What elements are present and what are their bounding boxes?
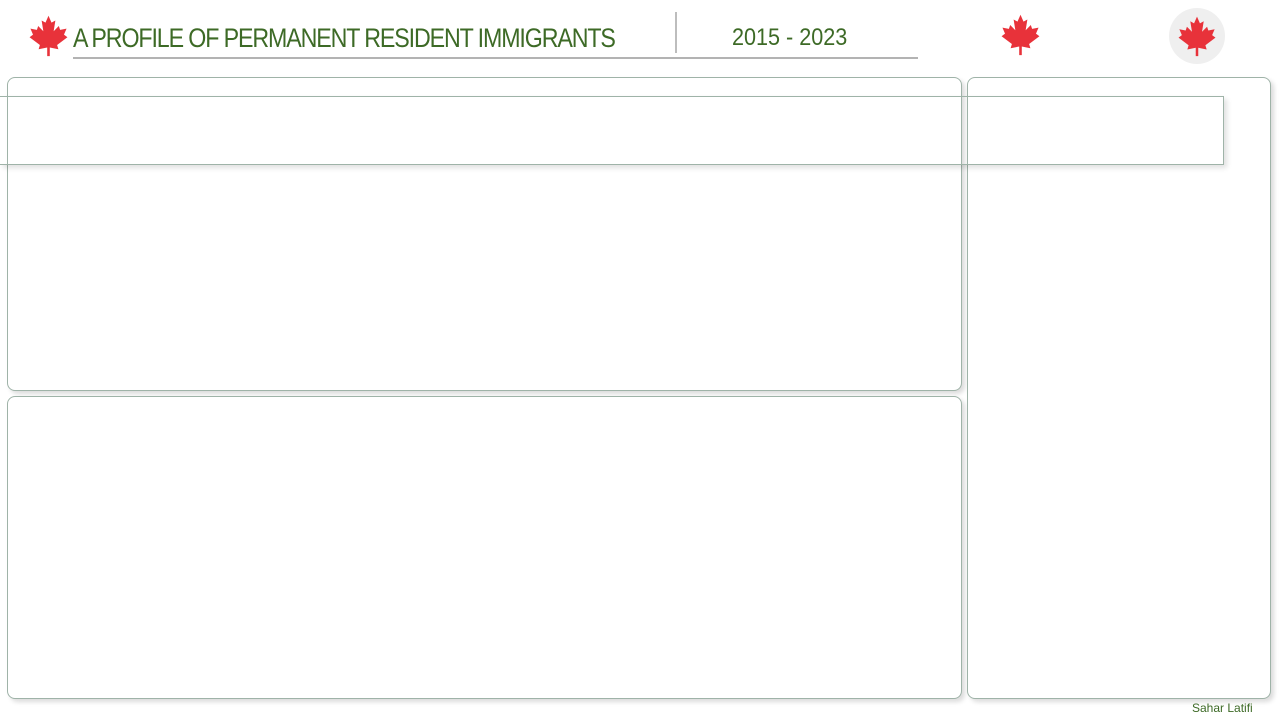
maple-leaf-icon	[1178, 16, 1216, 57]
dashboard-page: A PROFILE OF PERMANENT RESIDENT IMMIGRAN…	[0, 0, 1280, 720]
page-title: A PROFILE OF PERMANENT RESIDENT IMMIGRAN…	[73, 23, 616, 53]
author-credit: Sahar Latifi	[1192, 701, 1253, 715]
year-range-label: 2015 - 2023	[732, 24, 848, 51]
title-maple-leaf-icon	[29, 15, 68, 57]
title-separator	[675, 12, 677, 53]
filter-strip[interactable]	[0, 96, 1224, 165]
title-underline	[73, 57, 918, 59]
maple-leaf-button[interactable]	[1169, 8, 1225, 64]
maple-leaf-icon	[1001, 14, 1040, 56]
bottom-left-chart-panel	[7, 396, 962, 699]
right-side-panel	[967, 77, 1271, 699]
